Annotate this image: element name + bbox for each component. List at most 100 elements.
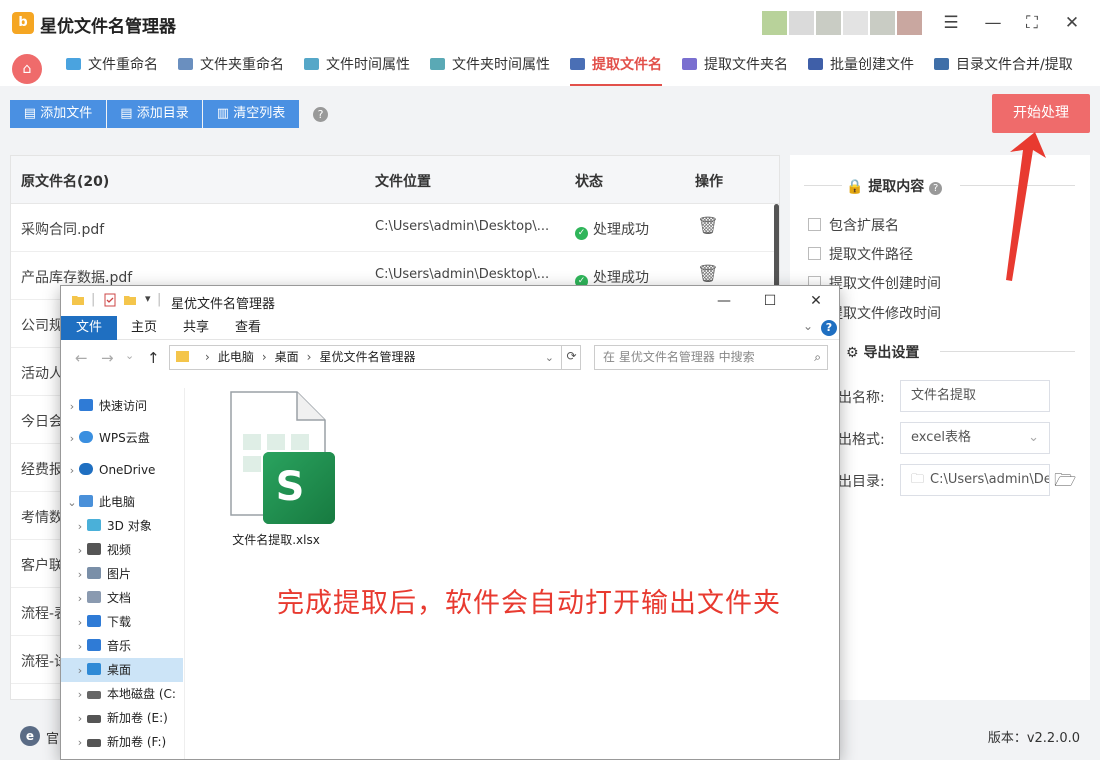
nav-item-local-disk-c[interactable]: › 本地磁盘 (C: xyxy=(61,682,183,706)
ribbon-expand-icon[interactable]: ⌄ xyxy=(803,319,813,333)
home-icon[interactable]: ⌂ xyxy=(12,54,42,84)
drive-icon xyxy=(87,715,101,723)
checkbox[interactable] xyxy=(808,247,821,260)
new-folder-icon[interactable] xyxy=(123,293,137,307)
path-segment[interactable]: 此电脑 xyxy=(218,350,254,364)
export-section-title: ⚙ 导出设置 xyxy=(846,342,919,362)
drive-icon xyxy=(87,691,101,699)
file-name: 活动人 xyxy=(21,366,63,382)
search-input[interactable]: 在 星优文件名管理器 中搜索 ⌕ xyxy=(594,345,828,370)
forward-arrow-icon[interactable]: → xyxy=(101,349,114,367)
tab-dir-merge[interactable]: 目录文件合并/提取 xyxy=(934,46,1073,86)
check-icon: ✓ xyxy=(575,227,588,240)
browse-folder-icon[interactable]: 🗁 xyxy=(1054,468,1076,498)
help-icon[interactable]: ? xyxy=(313,107,328,122)
path-segment[interactable]: 星优文件名管理器 xyxy=(319,350,415,364)
version-text: 版本：v2.2.0.0 xyxy=(987,731,1080,746)
explorer-minimize-icon[interactable]: — xyxy=(709,289,739,313)
chevron-right-icon: › xyxy=(77,736,83,749)
nav-item-onedrive[interactable]: › OneDrive xyxy=(61,458,183,482)
chevron-right-icon: › xyxy=(77,688,83,701)
select-value: excel表格 xyxy=(911,430,971,445)
file-explorer-window[interactable]: | ▾ | 星优文件名管理器 — ☐ ✕ 文件 主页 共享 查看 ⌄ ? ← →… xyxy=(60,285,840,760)
minimize-icon[interactable]: — xyxy=(978,8,1008,38)
chevron-right-icon: › xyxy=(77,520,83,533)
tab-folder-time[interactable]: 文件夹时间属性 xyxy=(430,46,550,86)
trash-icon[interactable]: 🗑 xyxy=(697,264,719,284)
nav-item-videos[interactable]: › 视频 xyxy=(61,538,183,562)
xlsx-file-item[interactable]: S xyxy=(225,390,335,525)
nav-item-desktop[interactable]: › 桌面 xyxy=(61,658,183,682)
nav-item-wps-cloud[interactable]: › WPS云盘 xyxy=(61,426,183,450)
nav-item-this-pc[interactable]: ⌄ 此电脑 xyxy=(61,490,183,514)
col-location[interactable]: 文件位置 xyxy=(375,171,431,191)
col-name[interactable]: 原文件名(20) xyxy=(21,171,109,191)
nav-item-pictures[interactable]: › 图片 xyxy=(61,562,183,586)
clear-list-button[interactable]: ▥ 清空列表 xyxy=(203,100,299,128)
chevron-right-icon: › xyxy=(306,350,312,364)
website-icon[interactable]: e xyxy=(20,726,40,746)
quick-access-dropdown-icon[interactable]: ▾ xyxy=(145,292,151,305)
recent-dropdown-icon[interactable]: ⌄ xyxy=(125,349,134,362)
close-icon[interactable]: ✕ xyxy=(1057,8,1087,38)
tab-extract-foldername[interactable]: 提取文件夹名 xyxy=(682,46,788,86)
up-arrow-icon[interactable]: ↑ xyxy=(147,349,160,367)
explorer-maximize-icon[interactable]: ☐ xyxy=(755,289,785,313)
output-name-input[interactable]: 文件名提取 xyxy=(900,380,1050,412)
nav-item-volume-e[interactable]: › 新加卷 (E:) xyxy=(61,706,183,730)
properties-icon[interactable] xyxy=(103,293,117,307)
nav-label: 视频 xyxy=(107,543,132,557)
tab-folder-rename[interactable]: 文件夹重命名 xyxy=(178,46,284,86)
add-file-button[interactable]: ▤ 添加文件 xyxy=(10,100,106,128)
output-dir-input[interactable]: 🗀 C:\Users\admin\Des xyxy=(900,464,1050,496)
info-icon[interactable]: ? xyxy=(929,182,943,195)
output-format-select[interactable]: excel表格 ⌄ xyxy=(900,422,1050,454)
table-row[interactable]: 采购合同.pdf C:\Users\admin\Desktop\... ✓ 处理成… xyxy=(11,204,779,252)
folder-icon xyxy=(176,351,189,362)
ribbon-tab-share[interactable]: 共享 xyxy=(173,316,219,340)
maximize-icon[interactable]: ⛶ xyxy=(1017,8,1047,38)
path-segment[interactable]: 桌面 xyxy=(275,350,299,364)
tab-extract-filename[interactable]: 提取文件名 xyxy=(570,46,662,86)
chevron-right-icon: › xyxy=(261,350,267,364)
start-button[interactable]: 开始处理 xyxy=(992,94,1090,133)
excel-badge-letter: S xyxy=(276,464,305,510)
nav-item-quick-access[interactable]: › 快速访问 xyxy=(61,394,183,418)
document-icon xyxy=(87,591,101,603)
ribbon-tab-home[interactable]: 主页 xyxy=(121,316,167,340)
file-location: C:\Users\admin\Desktop\... xyxy=(375,267,550,282)
refresh-icon[interactable]: ⟳ xyxy=(561,345,581,370)
ribbon-tab-view[interactable]: 查看 xyxy=(225,316,271,340)
website-link[interactable]: 官 xyxy=(46,728,59,747)
nav-label: OneDrive xyxy=(99,463,156,477)
option-extract-path[interactable]: 提取文件路径 xyxy=(808,244,913,264)
col-status[interactable]: 状态 xyxy=(575,171,603,191)
settings-icon[interactable]: ☰ xyxy=(936,8,966,38)
back-arrow-icon[interactable]: ← xyxy=(75,349,88,367)
output-format-label: 出格式: xyxy=(838,432,885,448)
nav-item-music[interactable]: › 音乐 xyxy=(61,634,183,658)
tab-file-time[interactable]: 文件时间属性 xyxy=(304,46,410,86)
tab-file-rename[interactable]: 文件重命名 xyxy=(66,46,158,86)
explorer-help-icon[interactable]: ? xyxy=(821,320,837,336)
nav-item-documents[interactable]: › 文档 xyxy=(61,586,183,610)
output-dir-label: 出目录: xyxy=(838,474,885,490)
tab-label: 文件重命名 xyxy=(88,57,158,73)
user-avatar[interactable] xyxy=(762,11,922,35)
nav-item-downloads[interactable]: › 下载 xyxy=(61,610,183,634)
option-include-ext[interactable]: 包含扩展名 xyxy=(808,215,899,235)
explorer-close-icon[interactable]: ✕ xyxy=(801,289,831,313)
checkbox[interactable] xyxy=(808,218,821,231)
nav-item-volume-f[interactable]: › 新加卷 (F:) xyxy=(61,730,183,754)
nav-label: 桌面 xyxy=(107,663,132,677)
tab-bar: ⌂ 文件重命名 文件夹重命名 文件时间属性 文件夹时间属性 提取文件名 提取文件… xyxy=(0,46,1100,86)
ribbon-tab-file[interactable]: 文件 xyxy=(61,316,117,340)
address-dropdown-icon[interactable]: ⌄ xyxy=(545,346,554,369)
add-dir-button[interactable]: ▤ 添加目录 xyxy=(107,100,202,128)
tab-batch-create[interactable]: 批量创建文件 xyxy=(808,46,914,86)
nav-item-3d-objects[interactable]: › 3D 对象 xyxy=(61,514,183,538)
trash-icon[interactable]: 🗑 xyxy=(697,216,719,236)
chevron-right-icon: › xyxy=(77,664,83,677)
address-path[interactable]: › 此电脑 › 桌面 › 星优文件名管理器 ⌄ xyxy=(169,345,581,370)
tab-label: 文件夹时间属性 xyxy=(452,57,550,73)
